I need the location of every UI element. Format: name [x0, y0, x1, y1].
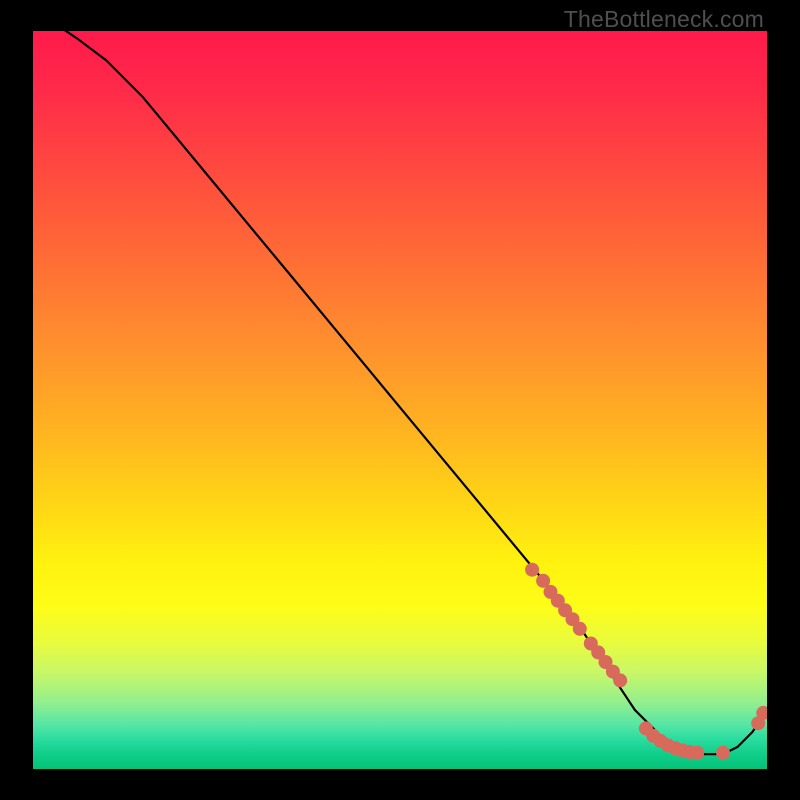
chart-stage: TheBottleneck.com [0, 0, 800, 800]
credit-label: TheBottleneck.com [564, 6, 764, 33]
data-marker [525, 563, 539, 577]
plot-area [33, 31, 767, 769]
data-marker [613, 673, 627, 687]
marker-group [525, 563, 767, 760]
curve-overlay [33, 31, 767, 769]
data-marker [690, 746, 704, 760]
data-marker [716, 746, 730, 760]
data-marker [573, 622, 587, 636]
curve-line [33, 31, 767, 754]
